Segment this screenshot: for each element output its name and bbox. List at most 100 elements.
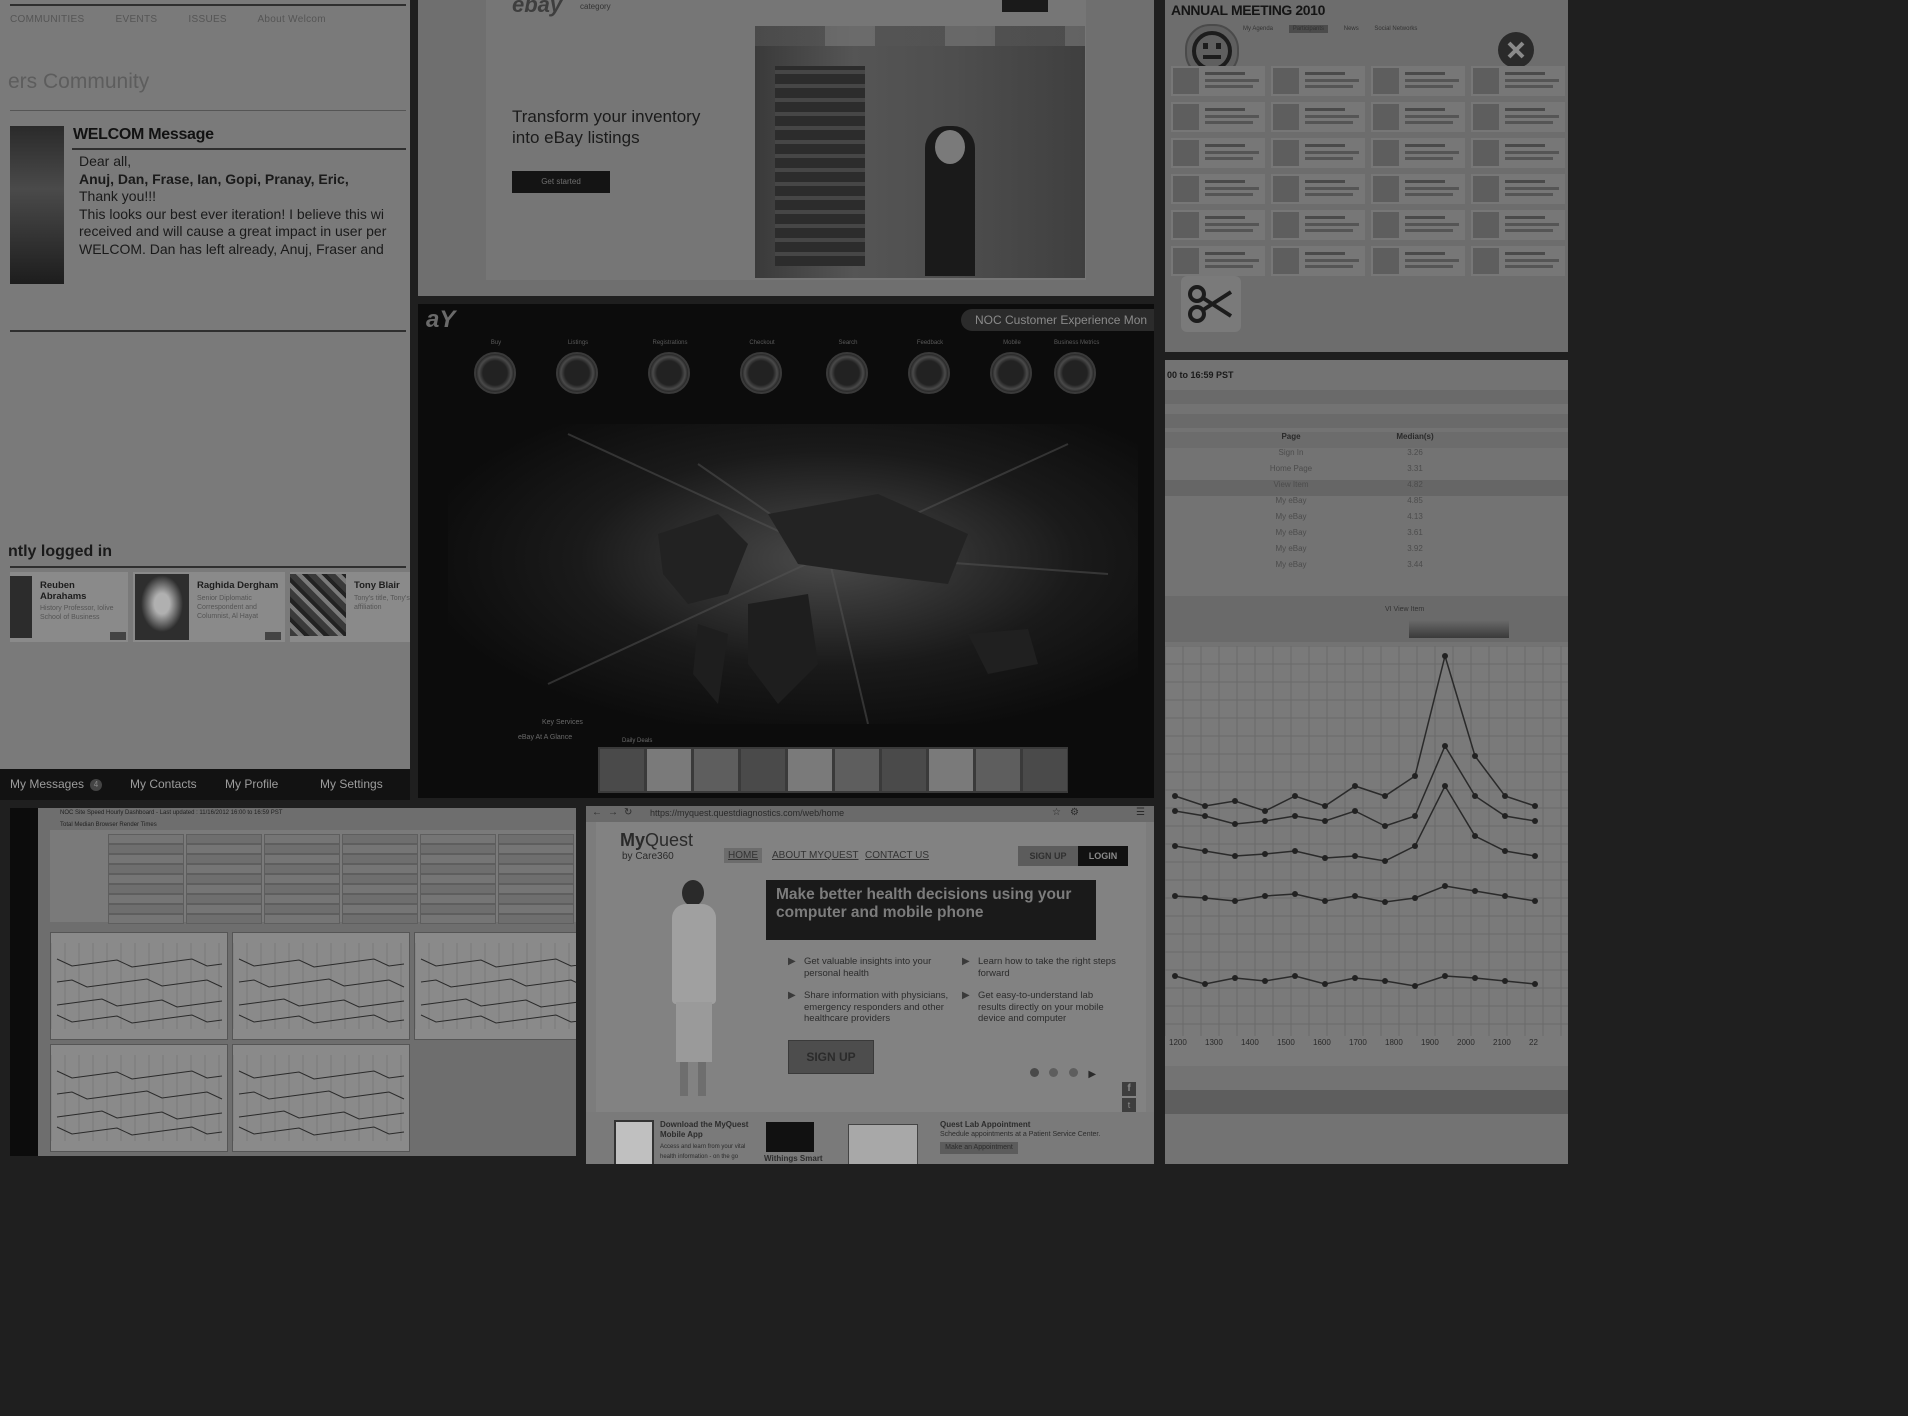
- participant-card[interactable]: [1271, 174, 1365, 204]
- tab-agenda[interactable]: My Agenda: [1243, 26, 1273, 32]
- user-card[interactable]: Raghida Dergham Senior Diplomatic Corres…: [133, 572, 285, 642]
- warehouse-photo: [755, 26, 1085, 278]
- participant-card[interactable]: [1371, 138, 1465, 168]
- my-messages-link[interactable]: My Messages: [10, 777, 84, 791]
- facebook-icon[interactable]: f: [1122, 1082, 1136, 1096]
- participant-card[interactable]: [1371, 102, 1465, 132]
- gauge[interactable]: Checkout: [740, 340, 784, 394]
- reload-icon[interactable]: ↻: [624, 807, 632, 818]
- series-point: [1232, 853, 1238, 859]
- play-icon[interactable]: ▶: [1088, 1069, 1096, 1080]
- participant-card[interactable]: [1271, 210, 1365, 240]
- twitter-icon[interactable]: t: [1122, 1098, 1136, 1112]
- product-thumbnail[interactable]: [647, 749, 691, 791]
- grid-cell: [186, 874, 262, 884]
- signup-button[interactable]: SIGN UP: [788, 1040, 874, 1074]
- participant-card[interactable]: [1371, 210, 1465, 240]
- gauge[interactable]: Business Metrics: [1054, 340, 1099, 394]
- my-contacts-link[interactable]: My Contacts: [130, 777, 197, 791]
- get-started-button[interactable]: Get started: [512, 171, 610, 193]
- gauge[interactable]: Search: [826, 340, 870, 394]
- carousel-dot[interactable]: [1030, 1068, 1039, 1077]
- participant-card[interactable]: [1371, 174, 1465, 204]
- tab-participants[interactable]: Participants: [1288, 25, 1329, 33]
- product-thumbnail[interactable]: [600, 749, 644, 791]
- grid-cell: [186, 914, 262, 924]
- product-thumbnail[interactable]: [929, 749, 973, 791]
- gauge-dial-icon: [474, 352, 516, 394]
- series-point: [1322, 803, 1328, 809]
- search-button[interactable]: [1002, 0, 1048, 12]
- participant-card[interactable]: [1271, 102, 1365, 132]
- participant-card[interactable]: [1171, 66, 1265, 96]
- participant-card[interactable]: [1171, 102, 1265, 132]
- nav-about[interactable]: About Welcom: [257, 14, 325, 25]
- forward-icon[interactable]: →: [608, 807, 618, 818]
- user-card[interactable]: Tony Blair Tony's title, Tony's affiliat…: [290, 572, 410, 642]
- participant-card[interactable]: [1171, 210, 1265, 240]
- user-card[interactable]: Reuben Abrahams History Professor, Ioliv…: [10, 572, 128, 642]
- nav-home[interactable]: HOME: [724, 848, 762, 863]
- participant-card[interactable]: [1471, 102, 1565, 132]
- product-thumbnail[interactable]: [835, 749, 879, 791]
- gauge[interactable]: Listings: [556, 340, 600, 394]
- nav-about[interactable]: ABOUT MYQUEST: [772, 850, 859, 861]
- chart-grid: [50, 932, 576, 1154]
- close-icon[interactable]: [1498, 32, 1534, 68]
- participant-card[interactable]: [1171, 138, 1265, 168]
- participant-card[interactable]: [1271, 138, 1365, 168]
- signup-top-button[interactable]: SIGN UP: [1018, 846, 1078, 866]
- scrollbar[interactable]: [1165, 1090, 1568, 1114]
- participant-card[interactable]: [1471, 246, 1565, 276]
- participant-card[interactable]: [1171, 174, 1265, 204]
- product-thumbnail[interactable]: [882, 749, 926, 791]
- login-button[interactable]: LOGIN: [1078, 846, 1128, 866]
- add-icon[interactable]: [265, 632, 281, 640]
- gauge[interactable]: Mobile: [990, 340, 1034, 394]
- avatar: [1173, 140, 1199, 166]
- product-thumbnail[interactable]: [788, 749, 832, 791]
- myquest-logo[interactable]: MyQuest: [620, 830, 693, 851]
- tab-social[interactable]: Social Networks: [1374, 26, 1417, 32]
- participant-card[interactable]: [1471, 174, 1565, 204]
- add-icon[interactable]: [110, 632, 126, 640]
- participant-card[interactable]: [1471, 138, 1565, 168]
- category-dropdown[interactable]: category: [580, 2, 611, 11]
- grid-cell: [186, 894, 262, 904]
- participant-card[interactable]: [1171, 246, 1265, 276]
- star-icon[interactable]: ☆: [1052, 807, 1061, 818]
- nav-contact[interactable]: CONTACT US: [865, 850, 929, 861]
- carousel-dot[interactable]: [1049, 1068, 1059, 1077]
- nav-communities[interactable]: COMMUNITIES: [10, 14, 84, 25]
- back-icon[interactable]: ←: [592, 807, 602, 818]
- gauge[interactable]: Buy: [474, 340, 518, 394]
- make-appointment-button[interactable]: Make an Appointment: [940, 1142, 1018, 1154]
- menu-icon[interactable]: ☰: [1136, 807, 1145, 818]
- url-bar[interactable]: https://myquest.questdiagnostics.com/web…: [650, 808, 844, 818]
- gauge[interactable]: Registrations: [648, 340, 692, 394]
- participant-card[interactable]: [1471, 66, 1565, 96]
- participant-card[interactable]: [1471, 210, 1565, 240]
- nav-issues[interactable]: ISSUES: [188, 14, 226, 25]
- side-link[interactable]: eBay At A Glance: [518, 734, 572, 741]
- participant-card[interactable]: [1371, 66, 1465, 96]
- product-thumbnail[interactable]: [741, 749, 785, 791]
- ebay-logo[interactable]: ebay: [512, 0, 562, 18]
- participant-card[interactable]: [1271, 246, 1365, 276]
- my-settings-link[interactable]: My Settings: [320, 777, 383, 791]
- nav-events[interactable]: EVENTS: [116, 14, 158, 25]
- avatar: [1173, 104, 1199, 130]
- side-link[interactable]: Key Services: [542, 719, 583, 726]
- participant-card[interactable]: [1271, 66, 1365, 96]
- product-thumbnail[interactable]: [694, 749, 738, 791]
- my-profile-link[interactable]: My Profile: [225, 777, 278, 791]
- product-thumbnail[interactable]: [1023, 749, 1067, 791]
- scissors-icon[interactable]: [1181, 276, 1241, 332]
- tab-news[interactable]: News: [1344, 26, 1359, 32]
- gear-icon[interactable]: ⚙: [1070, 807, 1079, 818]
- side-link[interactable]: Daily Deals: [622, 738, 652, 744]
- carousel-dot[interactable]: [1068, 1068, 1078, 1077]
- gauge[interactable]: Feedback: [908, 340, 952, 394]
- product-thumbnail[interactable]: [976, 749, 1020, 791]
- participant-card[interactable]: [1371, 246, 1465, 276]
